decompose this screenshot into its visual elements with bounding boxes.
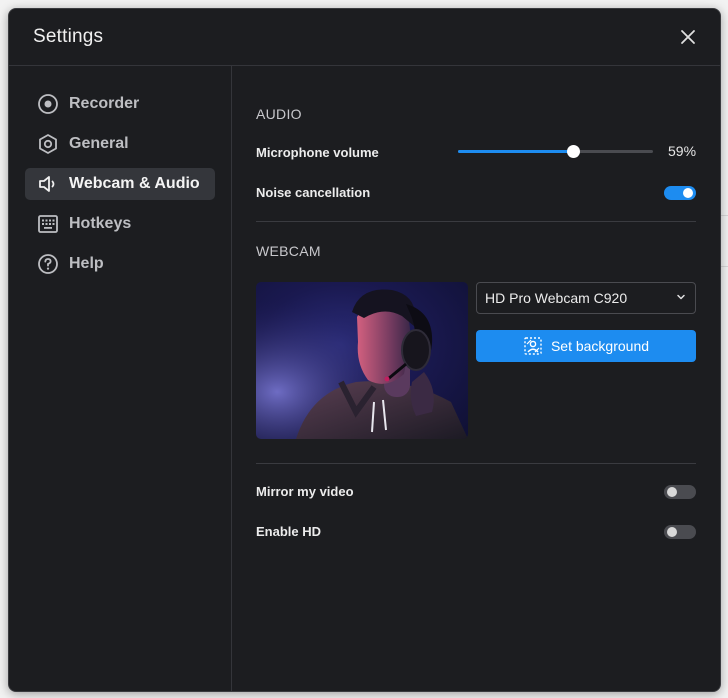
- speaker-icon: [37, 173, 59, 195]
- mirror-video-toggle[interactable]: [664, 485, 696, 499]
- close-icon: [681, 30, 695, 44]
- keyboard-icon: [37, 213, 59, 235]
- settings-window: Settings Recorder General Webcam & Audio…: [8, 8, 721, 692]
- chevron-down-icon: [677, 294, 685, 300]
- window-title: Settings: [33, 26, 104, 47]
- webcam-device-select[interactable]: HD Pro Webcam C920: [476, 282, 696, 314]
- webcam-divider: [256, 463, 696, 464]
- help-circle-icon: [37, 253, 59, 275]
- microphone-volume-label: Microphone volume: [256, 145, 379, 160]
- hexagon-settings-icon: [37, 133, 59, 155]
- toggle-knob: [667, 487, 677, 497]
- sidebar-item-recorder[interactable]: Recorder: [25, 88, 215, 120]
- enable-hd-label: Enable HD: [256, 524, 322, 539]
- content-panel: AUDIO Microphone volume 59% Noise cancel…: [232, 66, 720, 691]
- sidebar-item-label: General: [69, 135, 129, 152]
- close-button[interactable]: [676, 25, 700, 49]
- enable-hd-toggle[interactable]: [664, 525, 696, 539]
- noise-cancellation-toggle[interactable]: [664, 186, 696, 200]
- toggle-knob: [683, 188, 693, 198]
- record-icon: [37, 93, 59, 115]
- webcam-section-heading: WEBCAM: [256, 243, 321, 259]
- audio-divider: [256, 221, 696, 222]
- set-background-button[interactable]: Set background: [476, 330, 696, 362]
- sidebar-item-label: Webcam & Audio: [69, 175, 200, 192]
- set-background-label: Set background: [550, 338, 650, 354]
- title-bar: Settings: [9, 9, 720, 66]
- sidebar-item-label: Recorder: [69, 95, 140, 112]
- microphone-volume-value: 59%: [668, 143, 697, 159]
- sidebar-item-label: Hotkeys: [69, 215, 132, 232]
- sidebar-item-general[interactable]: General: [25, 128, 215, 160]
- slider-fill: [458, 150, 574, 153]
- noise-cancellation-label: Noise cancellation: [256, 185, 371, 200]
- webcam-device-value: HD Pro Webcam C920: [485, 290, 628, 306]
- sidebar-item-help[interactable]: Help: [25, 248, 215, 280]
- webcam-preview: [256, 282, 468, 439]
- sidebar: Recorder General Webcam & Audio Hotkeys …: [9, 66, 232, 691]
- audio-section-heading: AUDIO: [256, 106, 302, 122]
- toggle-knob: [667, 527, 677, 537]
- sidebar-item-hotkeys[interactable]: Hotkeys: [25, 208, 215, 240]
- webcam-person-image: [256, 282, 468, 439]
- mirror-video-label: Mirror my video: [256, 484, 354, 499]
- microphone-volume-slider[interactable]: [458, 144, 653, 160]
- slider-thumb[interactable]: [567, 145, 581, 158]
- sidebar-item-label: Help: [69, 255, 104, 272]
- background-replace-icon: [524, 337, 542, 355]
- sidebar-item-webcam-audio[interactable]: Webcam & Audio: [25, 168, 215, 200]
